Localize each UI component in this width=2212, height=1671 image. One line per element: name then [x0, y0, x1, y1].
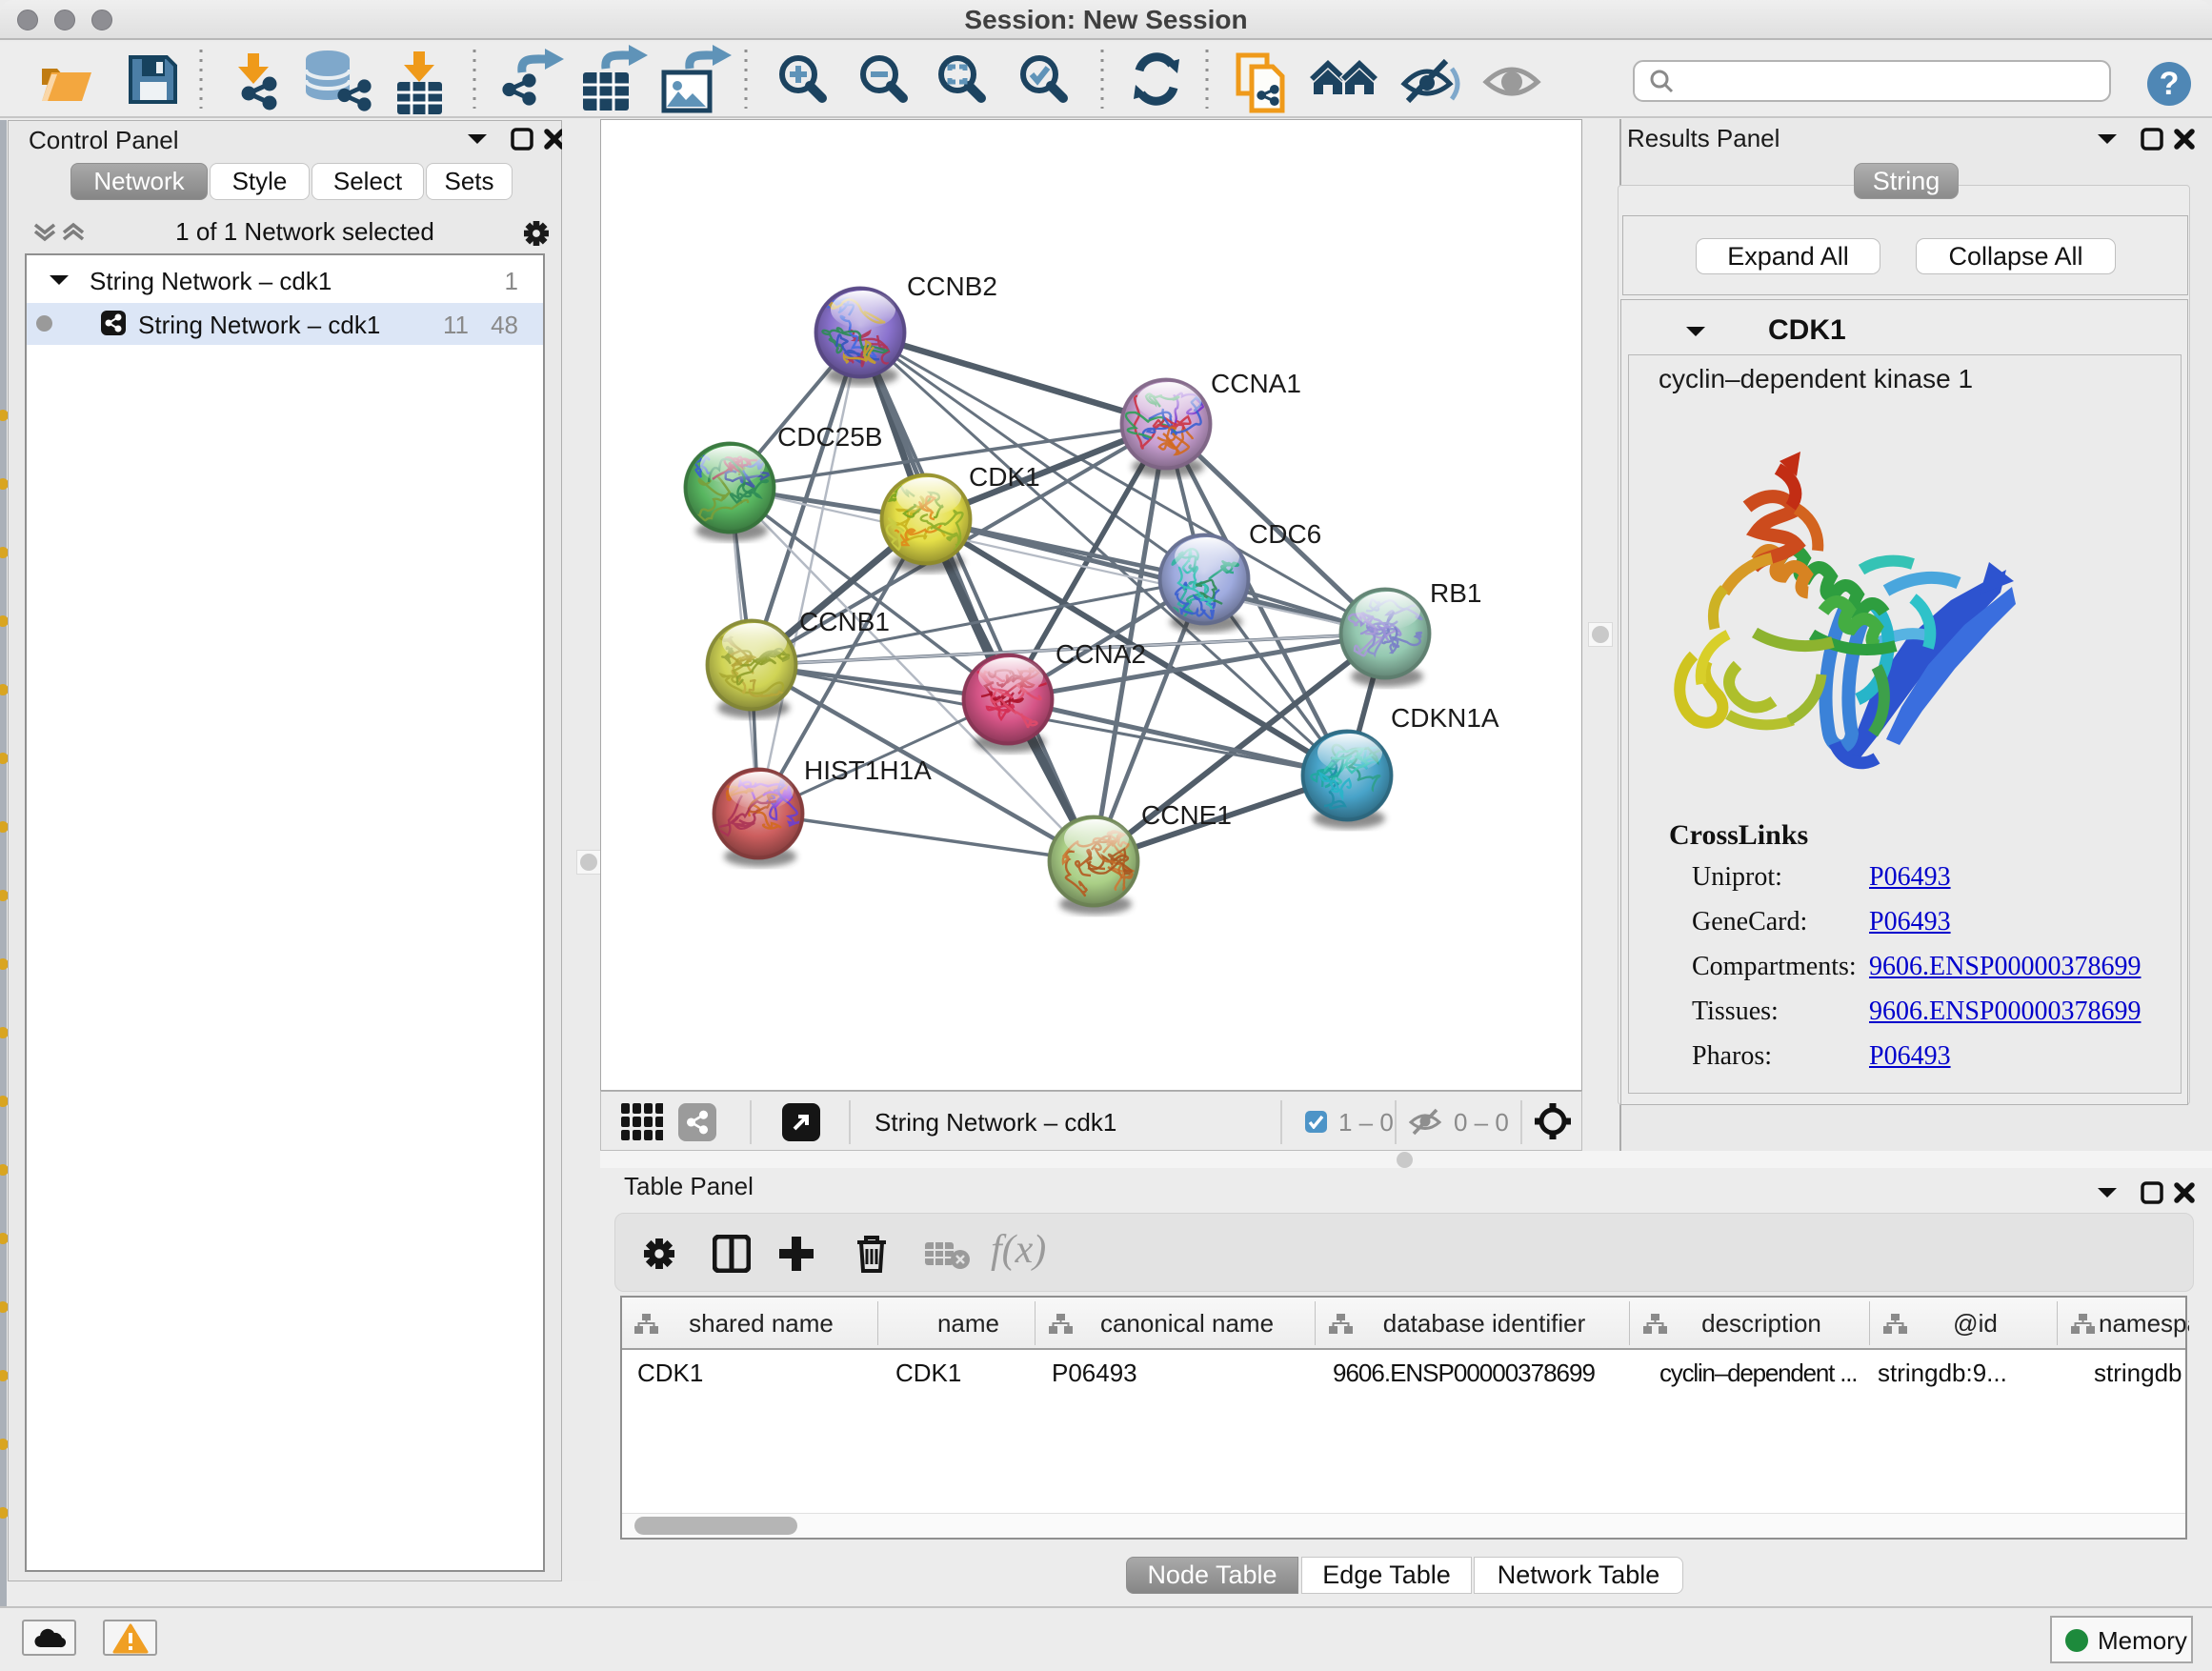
svg-text:CDC25B: CDC25B — [777, 422, 882, 452]
svg-text:CDKN1A: CDKN1A — [1391, 703, 1499, 733]
svg-text:?: ? — [2160, 66, 2180, 102]
svg-text:CDK1: CDK1 — [969, 462, 1040, 492]
svg-text:HIST1H1A: HIST1H1A — [804, 755, 932, 785]
svg-text:CDC6: CDC6 — [1249, 519, 1321, 549]
svg-text:RB1: RB1 — [1430, 578, 1481, 608]
svg-text:CCNA1: CCNA1 — [1211, 369, 1301, 398]
svg-text:CCNE1: CCNE1 — [1141, 800, 1232, 830]
svg-text:CCNB1: CCNB1 — [799, 607, 890, 636]
svg-text:CCNB2: CCNB2 — [907, 272, 997, 301]
svg-text:CCNA2: CCNA2 — [1056, 639, 1146, 669]
